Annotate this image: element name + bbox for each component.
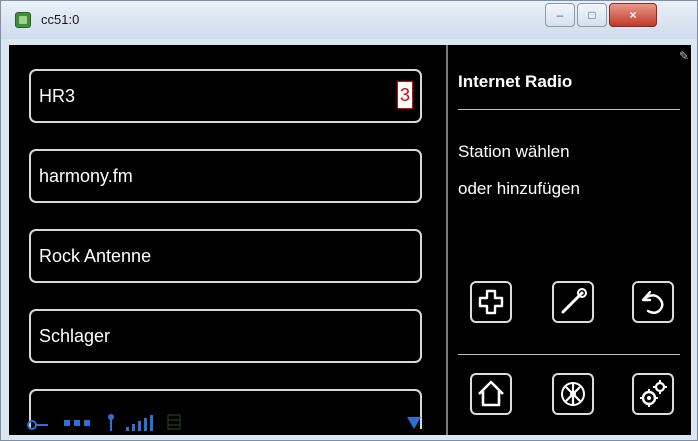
panel-title-rule — [458, 109, 680, 110]
title-bar[interactable]: cc51:0 – □ × — [1, 1, 697, 39]
gears-icon — [640, 380, 667, 407]
station-number-badge: 3 — [397, 81, 413, 109]
button-row-divider — [458, 354, 680, 355]
panel-title: Internet Radio — [458, 72, 573, 91]
maximize-button[interactable]: □ — [577, 3, 607, 27]
scroll-down-icon[interactable] — [407, 417, 421, 429]
station-item-hr3[interactable]: HR3 3 — [29, 69, 422, 123]
grid-icon — [167, 414, 181, 430]
add-station-button[interactable] — [470, 281, 512, 323]
home-button[interactable] — [470, 373, 512, 415]
wrench-icon — [561, 288, 587, 314]
station-item-rock-antenne[interactable]: Rock Antenne — [29, 229, 422, 283]
back-button[interactable] — [632, 281, 674, 323]
station-list: HR3 3 harmony.fm Rock Antenne Schlager — [9, 45, 446, 435]
minimize-button[interactable]: – — [545, 3, 575, 27]
status-bar — [9, 411, 446, 435]
station-item-harmony-fm[interactable]: harmony.fm — [29, 149, 422, 203]
fan-button[interactable] — [552, 373, 594, 415]
panel-description-line2: oder hinzufügen — [458, 179, 580, 198]
close-button[interactable]: × — [609, 3, 657, 27]
edit-station-button[interactable] — [552, 281, 594, 323]
panel-description-line1: Station wählen — [458, 142, 570, 161]
station-label: Rock Antenne — [39, 246, 152, 266]
settings-button[interactable] — [632, 373, 674, 415]
fan-icon — [561, 382, 585, 406]
station-label: HR3 — [39, 86, 76, 106]
station-label: Schlager — [39, 326, 111, 346]
network-icon — [64, 420, 90, 426]
home-icon — [478, 380, 504, 407]
app-icon — [15, 12, 31, 28]
key-icon — [27, 420, 48, 430]
pencil-icon: ✎ — [678, 49, 689, 63]
add-icon — [478, 289, 504, 315]
station-item-schlager[interactable]: Schlager — [29, 309, 422, 363]
app-window: cc51:0 – □ × HR3 3 harmony.fm Rock Anten… — [0, 0, 698, 441]
window-title: cc51:0 — [41, 12, 80, 27]
antenna-icon — [108, 414, 114, 431]
station-label: harmony.fm — [39, 166, 133, 186]
app-screen: HR3 3 harmony.fm Rock Antenne Schlager ✎… — [9, 45, 691, 435]
signal-icon — [126, 415, 153, 431]
back-icon — [641, 290, 664, 314]
info-panel: ✎ Internet Radio Station wählen oder hin… — [448, 45, 691, 435]
